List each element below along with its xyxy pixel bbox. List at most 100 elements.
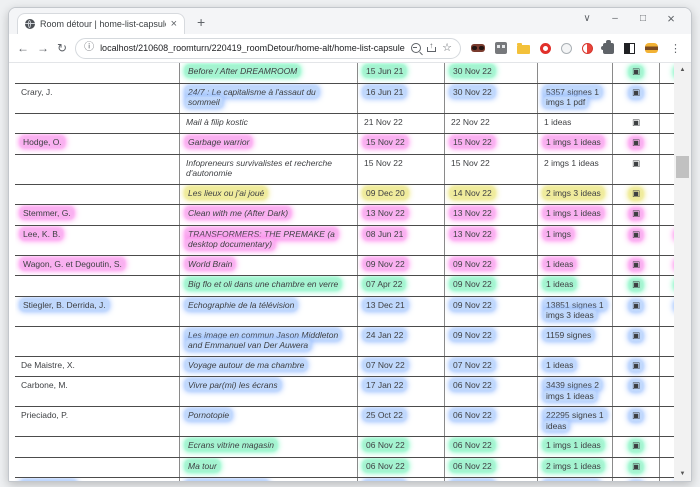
share-icon[interactable] <box>427 44 436 52</box>
split-icon-cell[interactable] <box>660 457 675 478</box>
card-icon-cell[interactable]: ▣ <box>613 276 660 297</box>
split-icon-cell[interactable] <box>660 113 675 134</box>
card-icon[interactable]: ▣ <box>630 301 642 311</box>
glasses-extension-icon[interactable] <box>471 44 485 52</box>
folder-extension-icon[interactable] <box>517 45 530 54</box>
card-icon-cell[interactable]: ▣ <box>613 407 660 437</box>
split-icon-cell[interactable] <box>660 83 675 113</box>
split-icon-cell[interactable] <box>660 407 675 437</box>
card-icon[interactable]: ▣ <box>630 189 642 199</box>
author-text: De Maistre, X. <box>21 360 75 370</box>
date-created-cell: 13 Dec 21 <box>358 296 445 326</box>
split-icon-cell[interactable] <box>660 205 675 226</box>
card-icon[interactable]: ▣ <box>630 209 642 219</box>
split-icon-cell[interactable] <box>660 326 675 356</box>
info-cell: 1 ideas <box>538 276 613 297</box>
dark-reader-extension-icon[interactable] <box>582 43 593 54</box>
card-icon-cell[interactable]: ▣ <box>613 296 660 326</box>
split-icon-cell[interactable] <box>660 134 675 155</box>
info-text: 1159 signes <box>544 330 593 340</box>
card-icon-cell[interactable]: ▣ <box>613 457 660 478</box>
card-icon-cell[interactable]: ▣ <box>613 205 660 226</box>
card-icon-cell[interactable]: ▣ <box>613 184 660 205</box>
card-icon-cell[interactable]: ▣ <box>613 326 660 356</box>
card-icon[interactable]: ▣ <box>630 381 642 391</box>
bookmark-star-icon[interactable]: ☆ <box>442 43 452 54</box>
tab-search-chevron-icon[interactable]: ∨ <box>573 9 601 29</box>
url-text[interactable]: localhost/210608_roomturn/220419_roomDet… <box>100 43 405 53</box>
title-cell: Big flo et oli dans une chambre en verre <box>180 276 358 297</box>
zoom-icon[interactable] <box>411 43 421 53</box>
theme-extension-icon[interactable] <box>624 43 635 54</box>
split-icon-cell[interactable] <box>660 377 675 407</box>
table-row: Hodge, O.Garbage warrior15 Nov 2215 Nov … <box>15 134 674 155</box>
card-icon[interactable]: ▣ <box>630 411 642 421</box>
scrollbar-down-icon[interactable]: ▼ <box>674 467 691 481</box>
card-icon[interactable]: ▣ <box>632 159 640 169</box>
split-icon-cell[interactable]: ⊟ <box>660 478 675 482</box>
card-icon-cell[interactable]: ▣ <box>613 478 660 482</box>
author-cell <box>15 184 180 205</box>
split-icon-cell[interactable]: ⊟ <box>660 276 675 297</box>
card-icon-cell[interactable]: ▣ <box>613 134 660 155</box>
tampermonkey-extension-icon[interactable] <box>495 42 507 54</box>
split-icon-cell[interactable]: ⊟ <box>660 296 675 326</box>
browser-menu-icon[interactable]: ⋮ <box>668 42 683 55</box>
title-text: Clean with me (After Dark) <box>186 208 290 218</box>
info-text: 1 imgs 1 ideas <box>544 440 603 450</box>
page-info-icon[interactable]: ⓘ <box>84 43 94 53</box>
card-icon[interactable]: ▣ <box>630 280 642 290</box>
title-text: Infopreneurs survivalistes et recherche … <box>186 158 332 179</box>
title-text: Big flo et oli dans une chambre en verre <box>186 279 340 289</box>
card-icon-cell[interactable]: ▣ <box>613 255 660 276</box>
author-text: Hodge, O. <box>21 137 64 147</box>
card-icon[interactable]: ▣ <box>630 67 642 77</box>
reload-icon[interactable]: ↻ <box>57 42 67 54</box>
card-icon[interactable]: ▣ <box>630 230 642 240</box>
forward-icon[interactable]: → <box>37 42 49 54</box>
card-icon[interactable]: ▣ <box>630 441 642 451</box>
date-created-cell: 15 Nov 22 <box>358 154 445 184</box>
minimize-button[interactable]: – <box>601 9 629 29</box>
date-modified-cell: 15 Nov 22 <box>445 154 538 184</box>
card-icon[interactable]: ▣ <box>630 361 642 371</box>
scrollbar-up-icon[interactable]: ▲ <box>674 63 691 77</box>
browser-tab[interactable]: Room détour | home-list-capsule × <box>17 13 185 34</box>
split-icon-cell[interactable] <box>660 184 675 205</box>
card-icon[interactable]: ▣ <box>630 331 642 341</box>
new-tab-button[interactable]: + <box>197 14 205 30</box>
maximize-button[interactable]: □ <box>629 9 657 29</box>
extensions-puzzle-icon[interactable] <box>603 43 614 54</box>
scrollbar-thumb[interactable] <box>676 156 689 178</box>
date-modified-cell: 09 Nov 22 <box>445 276 538 297</box>
date-modified-text: 06 Nov 22 <box>451 380 494 390</box>
card-icon[interactable]: ▣ <box>632 118 640 128</box>
close-button[interactable]: × <box>657 9 685 29</box>
card-icon[interactable]: ▣ <box>630 260 642 270</box>
card-icon-cell[interactable]: ▣ <box>613 377 660 407</box>
vertical-scrollbar[interactable]: ▲ ▼ <box>674 63 691 481</box>
title-cell: Voyage autour de ma chambre <box>180 356 358 377</box>
tab-close-icon[interactable]: × <box>171 19 177 29</box>
card-icon-cell[interactable]: ▣ <box>613 63 660 83</box>
address-bar[interactable]: ⓘ localhost/210608_roomturn/220419_roomD… <box>75 38 461 59</box>
card-icon-cell[interactable]: ▣ <box>613 154 660 184</box>
split-icon-cell[interactable] <box>660 356 675 377</box>
card-icon-cell[interactable]: ▣ <box>613 83 660 113</box>
circle-extension-icon[interactable] <box>561 43 572 54</box>
red-o-extension-icon[interactable] <box>540 43 551 54</box>
split-icon-cell[interactable]: ⊟ <box>660 255 675 276</box>
card-icon-cell[interactable]: ▣ <box>613 356 660 377</box>
card-icon[interactable]: ▣ <box>630 138 642 148</box>
card-icon-cell[interactable]: ▣ <box>613 113 660 134</box>
card-icon[interactable]: ▣ <box>630 88 642 98</box>
burger-extension-icon[interactable] <box>645 43 658 53</box>
back-icon[interactable]: ← <box>17 42 29 54</box>
card-icon-cell[interactable]: ▣ <box>613 437 660 458</box>
card-icon[interactable]: ▣ <box>630 462 642 472</box>
split-icon-cell[interactable] <box>660 154 675 184</box>
card-icon-cell[interactable]: ▣ <box>613 225 660 255</box>
split-icon-cell[interactable]: ⊟ <box>660 63 675 83</box>
split-icon-cell[interactable]: ⊟ <box>660 225 675 255</box>
split-icon-cell[interactable] <box>660 437 675 458</box>
